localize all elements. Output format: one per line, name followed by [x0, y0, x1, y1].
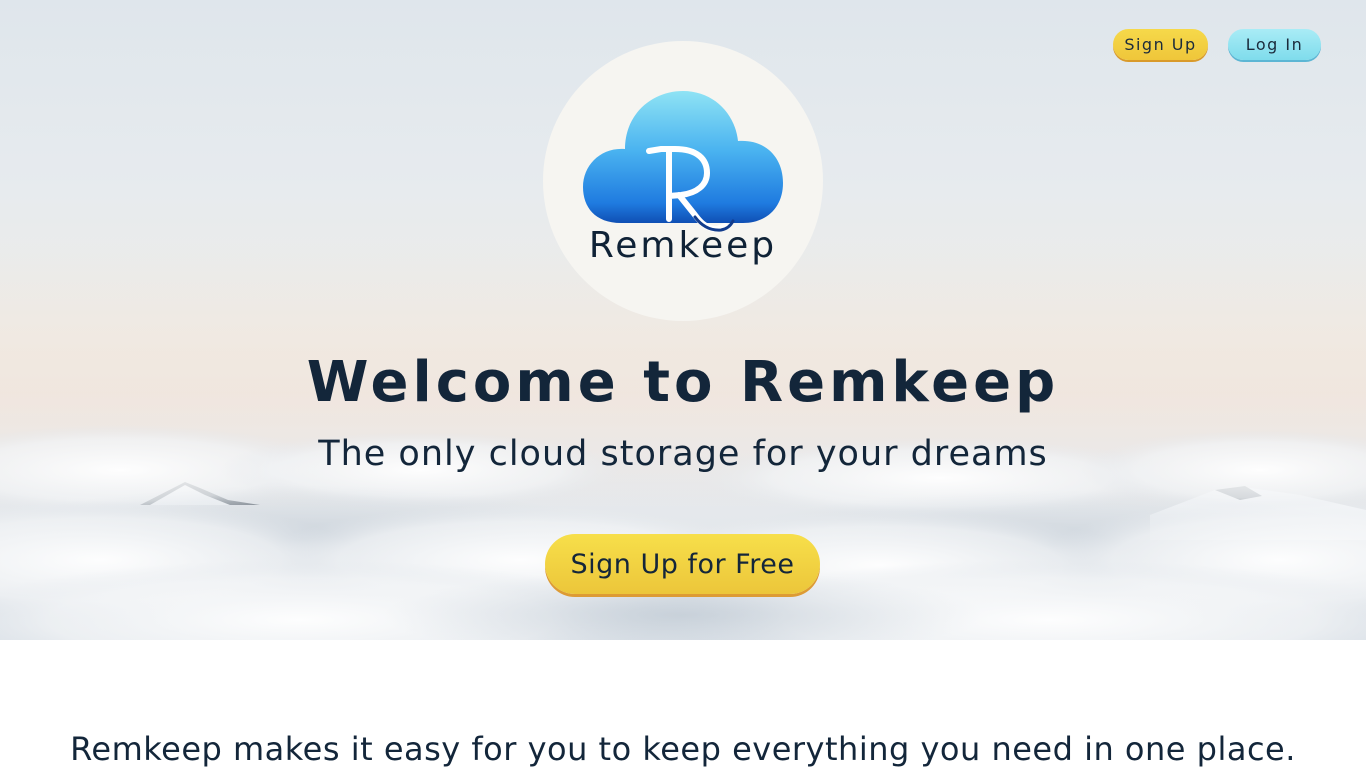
sign-up-button[interactable]: Sign Up [1113, 29, 1208, 60]
sign-up-for-free-label: Sign Up for Free [570, 548, 795, 580]
page-title: Welcome to Remkeep [306, 350, 1060, 415]
hero-subtitle: The only cloud storage for your dreams [318, 434, 1048, 474]
log-in-button[interactable]: Log In [1228, 29, 1321, 60]
cloud-logo-icon [583, 91, 783, 233]
log-in-button-label: Log In [1245, 35, 1304, 54]
hero-section: Sign Up Log In Remkeep Welcome to Remkee… [0, 0, 1366, 640]
sign-up-for-free-button[interactable]: Sign Up for Free [545, 534, 820, 594]
sign-up-button-label: Sign Up [1124, 35, 1197, 54]
logo-wordmark: Remkeep [588, 225, 778, 266]
logo[interactable]: Remkeep [543, 41, 823, 321]
intro-text: Remkeep makes it easy for you to keep ev… [70, 730, 1296, 768]
